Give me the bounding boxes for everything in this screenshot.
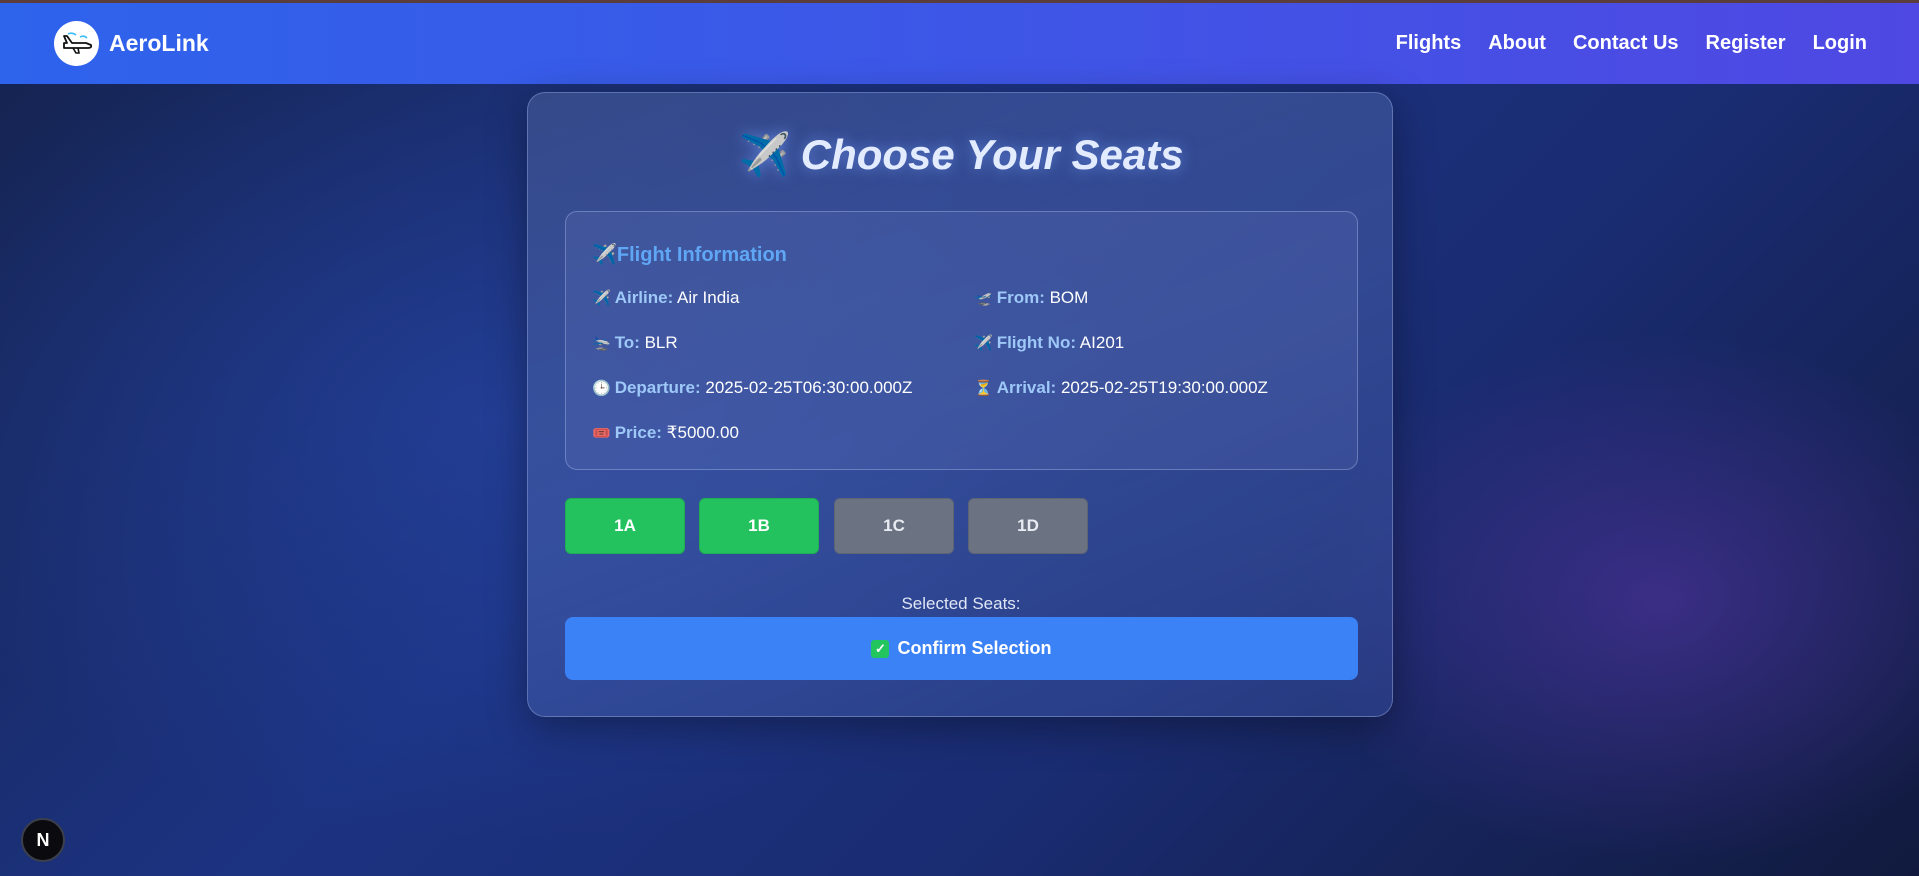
from-label: From: <box>996 288 1045 307</box>
clock-icon: 🕒 <box>592 380 611 397</box>
page-title: ✈️ Choose Your Seats <box>528 131 1394 180</box>
airplane-icon: ✈️ <box>738 131 791 178</box>
from-row: 🛫 From: BOM <box>974 288 1088 308</box>
flight-no-row: ✈️ Flight No: AI201 <box>974 333 1124 353</box>
seat-1d-button[interactable]: 1D <box>968 498 1088 554</box>
flight-information-title: ✈️Flight Information <box>592 242 787 267</box>
brand-name: AeroLink <box>109 30 209 56</box>
nav-link-about[interactable]: About <box>1488 32 1546 55</box>
departure-plane-icon: 🛫 <box>974 290 993 307</box>
check-icon: ✓ <box>871 639 890 658</box>
airline-row: ✈️ Airline: Air India <box>592 288 739 308</box>
dev-tools-badge[interactable]: N <box>21 818 65 862</box>
navbar: AeroLink Flights About Contact Us Regist… <box>0 3 1919 84</box>
departure-label: Departure: <box>614 378 701 397</box>
page-title-text: Choose Your Seats <box>800 131 1184 178</box>
seat-1c-button[interactable]: 1C <box>834 498 954 554</box>
ticket-icon: 🎟️ <box>592 425 611 442</box>
flight-information-panel: ✈️Flight Information ✈️ Airline: Air Indi… <box>565 211 1358 470</box>
selected-seats-label: Selected Seats: <box>901 594 1021 613</box>
airplane-icon: ✈️ <box>592 290 611 307</box>
to-value: BLR <box>644 333 678 352</box>
departure-row: 🕒 Departure: 2025-02-25T06:30:00.000Z <box>592 378 912 398</box>
airline-value: Air India <box>677 288 740 307</box>
seat-selection-card: ✈️ Choose Your Seats ✈️Flight Information… <box>527 92 1393 717</box>
airplane-icon: ✈️ <box>592 244 617 266</box>
nav-link-register[interactable]: Register <box>1706 32 1786 55</box>
airline-label: Airline: <box>614 288 674 307</box>
nav-link-login[interactable]: Login <box>1813 32 1867 55</box>
nav-link-flights[interactable]: Flights <box>1396 32 1462 55</box>
flight-information-title-text: Flight Information <box>616 244 787 266</box>
brand[interactable]: AeroLink <box>54 21 209 66</box>
flight-no-label: Flight No: <box>996 333 1076 352</box>
arrival-plane-icon: 🛬 <box>592 335 611 352</box>
arrival-label: Arrival: <box>996 378 1057 397</box>
airplane-logo-icon <box>54 21 99 66</box>
price-value: ₹5000.00 <box>666 423 739 442</box>
seat-1b-button[interactable]: 1B <box>699 498 819 554</box>
to-row: 🛬 To: BLR <box>592 333 678 353</box>
nav-link-contact-us[interactable]: Contact Us <box>1573 32 1679 55</box>
price-row: 🎟️ Price: ₹5000.00 <box>592 423 739 443</box>
to-label: To: <box>614 333 640 352</box>
hourglass-icon: ⏳ <box>974 380 993 397</box>
departure-value: 2025-02-25T06:30:00.000Z <box>705 378 913 397</box>
price-label: Price: <box>614 423 662 442</box>
flight-no-value: AI201 <box>1079 333 1125 352</box>
arrival-row: ⏳ Arrival: 2025-02-25T19:30:00.000Z <box>974 378 1268 398</box>
confirm-selection-label: Confirm Selection <box>897 638 1052 658</box>
confirm-selection-button[interactable]: ✓ Confirm Selection <box>565 617 1358 680</box>
seat-1a-button[interactable]: 1A <box>565 498 685 554</box>
arrival-value: 2025-02-25T19:30:00.000Z <box>1060 378 1268 397</box>
from-value: BOM <box>1049 288 1089 307</box>
airplane-icon: ✈️ <box>974 335 993 352</box>
nav-links: Flights About Contact Us Register Login <box>1396 32 1867 55</box>
